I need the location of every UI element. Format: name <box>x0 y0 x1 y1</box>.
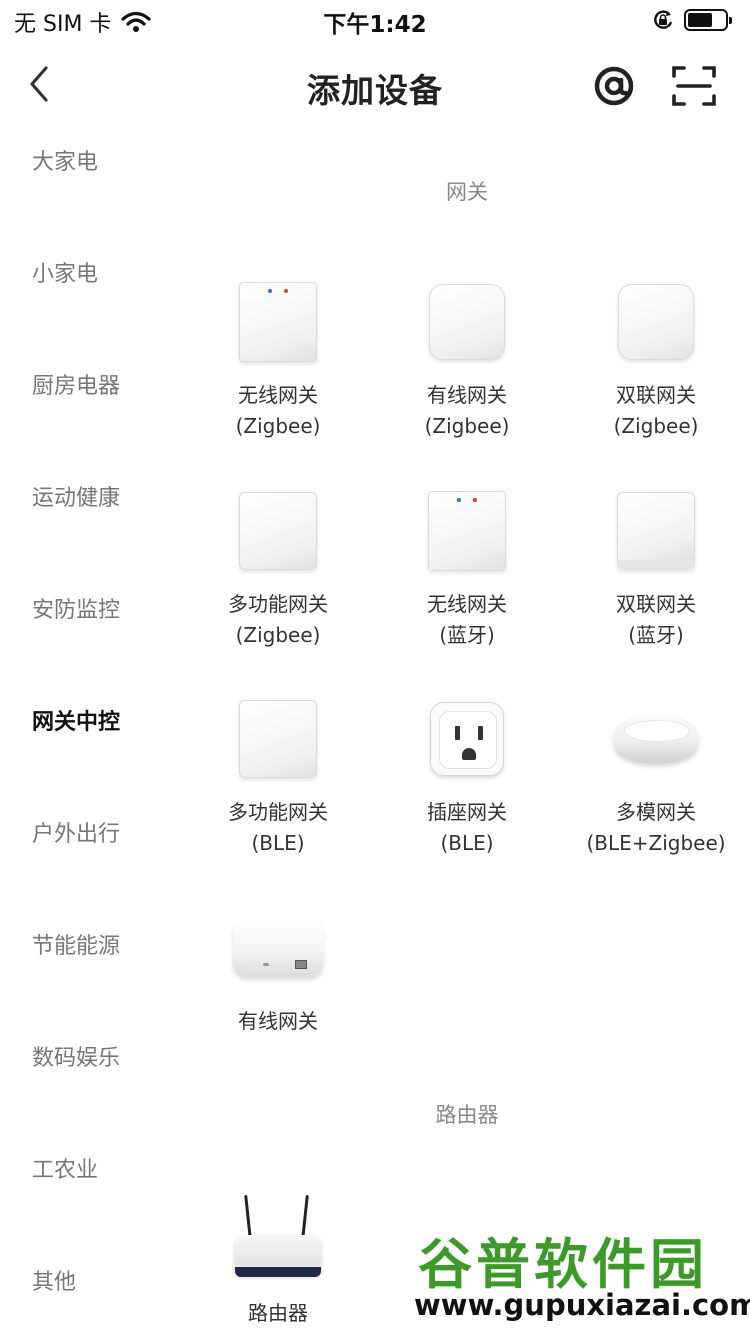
device-name: 多模网关 (BLE+Zigbee) <box>586 800 726 855</box>
device-image <box>417 481 517 581</box>
device-card[interactable]: 无线网关 (蓝牙) <box>382 481 552 651</box>
nav-bar: 添加设备 <box>0 44 750 124</box>
device-image <box>228 898 328 998</box>
sidebar-item-other[interactable]: 其他 <box>32 1264 76 1296</box>
device-name: 多功能网关 (Zigbee) <box>228 592 328 647</box>
device-image <box>606 689 706 789</box>
sidebar-item-industry[interactable]: 工农业 <box>32 1152 98 1184</box>
device-card[interactable]: 无线网关 (Zigbee) <box>193 272 363 442</box>
at-sign-icon <box>594 66 634 106</box>
status-time: 下午1:42 <box>323 12 427 38</box>
device-name: 有线网关 <box>238 1009 318 1033</box>
sidebar-item-digital[interactable]: 数码娱乐 <box>32 1040 120 1072</box>
at-button[interactable] <box>592 64 636 108</box>
sidebar-item-outdoor[interactable]: 户外出行 <box>32 816 120 848</box>
device-card[interactable]: 多功能网关 (Zigbee) <box>193 481 363 651</box>
device-name: 双联网关 (Zigbee) <box>613 383 699 438</box>
section-title-gateway: 网关 <box>446 180 488 204</box>
sidebar-item-security[interactable]: 安防监控 <box>32 592 120 624</box>
device-card[interactable]: 多模网关 (BLE+Zigbee) <box>571 689 741 859</box>
device-image <box>606 481 706 581</box>
device-card[interactable]: 多功能网关 (BLE) <box>193 689 363 859</box>
battery-icon <box>684 9 732 31</box>
device-image <box>228 481 328 581</box>
device-image <box>606 272 706 372</box>
page-title: 添加设备 <box>307 71 443 110</box>
device-card[interactable]: 路由器 <box>193 1190 363 1329</box>
device-image <box>228 1190 328 1290</box>
sidebar-item-major-appliances[interactable]: 大家电 <box>32 144 98 176</box>
device-name: 路由器 <box>248 1301 308 1325</box>
device-image <box>417 689 517 789</box>
sidebar-item-gateway[interactable]: 网关中控 <box>32 704 120 736</box>
watermark-url: www.gupuxiazai.com <box>414 1288 750 1322</box>
socket-icon <box>430 702 504 776</box>
device-name: 双联网关 (蓝牙) <box>616 592 696 647</box>
device-card[interactable]: 双联网关 (Zigbee) <box>571 272 741 442</box>
section-title-router: 路由器 <box>435 1103 499 1127</box>
device-name: 无线网关 (蓝牙) <box>427 592 507 647</box>
orientation-lock-icon <box>654 10 673 29</box>
device-card[interactable]: 有线网关 (Zigbee) <box>382 272 552 442</box>
watermark: 谷普软件园 www.gupuxiazai.com <box>410 1216 750 1334</box>
router-icon <box>233 1194 323 1285</box>
status-right <box>652 9 732 31</box>
device-name: 无线网关 (Zigbee) <box>235 383 321 438</box>
sidebar-item-small-appliances[interactable]: 小家电 <box>32 256 98 288</box>
device-name: 有线网关 (Zigbee) <box>424 383 510 438</box>
scan-button[interactable] <box>672 64 716 108</box>
sidebar-item-sports-health[interactable]: 运动健康 <box>32 480 120 512</box>
status-bar: 无 SIM 卡 下午1:42 <box>0 0 750 40</box>
scan-icon <box>672 66 716 106</box>
device-image <box>228 689 328 789</box>
device-image <box>417 272 517 372</box>
sidebar-item-kitchen[interactable]: 厨房电器 <box>32 368 120 400</box>
device-card[interactable]: 插座网关 (BLE) <box>382 689 552 859</box>
device-image <box>228 272 328 372</box>
device-card[interactable]: 双联网关 (蓝牙) <box>571 481 741 651</box>
sidebar-item-energy[interactable]: 节能能源 <box>32 928 120 960</box>
device-name: 插座网关 (BLE) <box>427 800 507 855</box>
device-card[interactable]: 有线网关 <box>193 898 363 1037</box>
device-name: 多功能网关 (BLE) <box>228 800 328 855</box>
